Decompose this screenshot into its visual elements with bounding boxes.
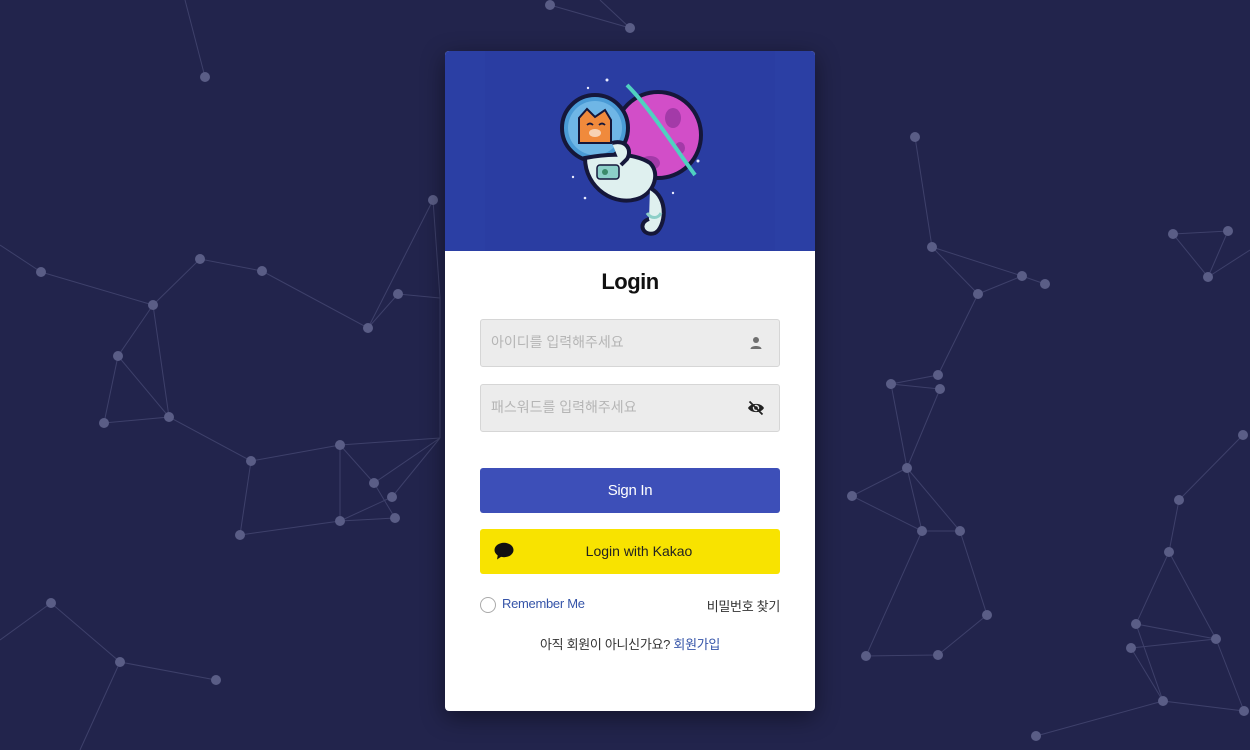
signup-link[interactable]: 회원가입 xyxy=(673,637,720,652)
find-password-link[interactable]: 비밀번호 찾기 xyxy=(707,596,781,615)
kakao-login-label: Login with Kakao xyxy=(585,543,693,559)
password-input[interactable] xyxy=(481,385,741,429)
id-field xyxy=(480,319,780,367)
sign-in-button[interactable]: Sign In xyxy=(480,468,780,513)
astronaut-cat-planet-logo xyxy=(560,78,703,236)
password-field xyxy=(480,384,780,432)
card-header xyxy=(445,51,815,251)
page-title: Login xyxy=(601,269,659,294)
remember-me-label: Remember Me xyxy=(502,596,585,611)
remember-me-radio[interactable] xyxy=(480,597,496,613)
kakao-login-button[interactable]: Login with Kakao xyxy=(480,529,780,574)
id-input[interactable] xyxy=(481,320,741,364)
signup-row: 아직 회원이 아니신가요? 회원가입 xyxy=(445,634,815,653)
user-icon xyxy=(750,337,762,349)
login-card: Login Sign In Login with Kakao Remember … xyxy=(445,51,815,711)
eye-off-icon[interactable] xyxy=(747,399,765,417)
signup-prompt: 아직 회원이 아니신가요? xyxy=(539,637,671,652)
